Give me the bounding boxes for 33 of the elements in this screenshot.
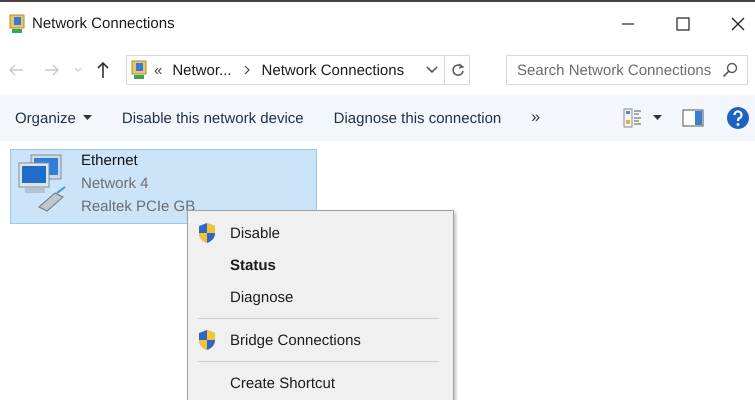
window-title: Network Connections (32, 15, 175, 32)
dropdown-icon[interactable] (426, 66, 438, 74)
shield-icon (198, 329, 216, 351)
more-button[interactable]: » (522, 105, 550, 131)
menu-item[interactable]: Bridge Connections (188, 324, 453, 356)
network-computers-icon (17, 153, 67, 213)
network-name: Network 4 (81, 174, 150, 194)
menu-item[interactable]: Status (188, 249, 453, 281)
breadcrumb[interactable]: Networ... (168, 62, 236, 78)
address-bar[interactable]: « Networ... Network Connections (126, 55, 470, 85)
caret-icon (82, 115, 92, 121)
network-folder-icon (8, 14, 26, 34)
toolbar-button[interactable]: Disable this network device (112, 106, 313, 130)
caret-icon[interactable] (653, 115, 662, 121)
maximize-icon[interactable] (675, 16, 691, 32)
up-arrow-icon[interactable] (96, 61, 110, 79)
search-field[interactable]: Search Network Connections (506, 55, 748, 85)
network-folder-icon (130, 60, 148, 80)
overflow-chevron[interactable]: « (154, 62, 162, 78)
help-icon[interactable] (726, 106, 750, 130)
shield-icon (198, 222, 216, 244)
preview-pane-icon[interactable] (682, 109, 704, 127)
search-icon (722, 62, 738, 78)
refresh-icon[interactable] (451, 62, 465, 78)
chevron-icon[interactable] (244, 65, 250, 75)
toolbar-button[interactable]: Diagnose this connection (324, 106, 510, 130)
menu-item[interactable]: Create Shortcut (188, 367, 453, 399)
view-options-icon[interactable] (623, 108, 643, 128)
toolbar-button[interactable]: Organize (6, 106, 101, 130)
close-icon[interactable] (730, 16, 746, 32)
menu-item[interactable]: Diagnose (188, 281, 453, 313)
breadcrumb[interactable]: Network Connections (258, 62, 408, 78)
connection-name: Ethernet (81, 151, 139, 171)
